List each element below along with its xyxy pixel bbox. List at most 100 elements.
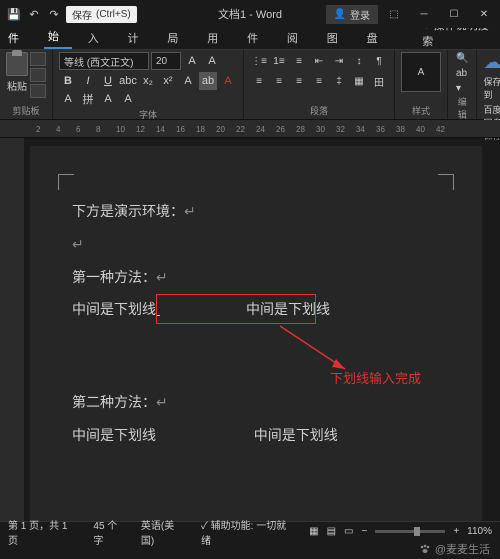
select-button[interactable]: ▾ <box>454 82 470 95</box>
format-painter-icon[interactable] <box>30 84 46 98</box>
word-count[interactable]: 45 个字 <box>93 517 127 547</box>
accessibility-status[interactable]: ✓ 辅助功能: 一切就绪 <box>201 517 295 547</box>
document-title: 文档1 - Word <box>218 6 282 22</box>
ribbon-options-icon[interactable]: ⬚ <box>380 3 408 25</box>
highlight-icon[interactable]: ab <box>199 72 217 90</box>
char-shading-icon[interactable]: A <box>119 90 137 108</box>
margin-corner-tl <box>58 174 74 190</box>
increase-indent-icon[interactable]: ⇥ <box>330 52 348 70</box>
paragraph-mark-icon: ↵ <box>72 238 84 254</box>
italic-button[interactable]: I <box>79 72 97 90</box>
char-border-icon[interactable]: A <box>99 90 117 108</box>
title-bar: 💾 ↶ ↷ 保存 (Ctrl+S) 文档1 - Word 👤 登录 ⬚ ─ ☐ … <box>0 0 500 28</box>
justify-icon[interactable]: ≡ <box>310 72 328 90</box>
view-read-icon[interactable]: ▤ <box>327 526 336 537</box>
paragraph-mark-icon: ↵ <box>156 271 168 287</box>
view-web-icon[interactable]: ▭ <box>344 526 353 537</box>
phonetic-icon[interactable]: 拼 <box>79 90 97 108</box>
bold-button[interactable]: B <box>59 72 77 90</box>
status-bar: 第 1 页，共 1 页 45 个字 英语(美国) ✓ 辅助功能: 一切就绪 ▦ … <box>0 521 500 541</box>
close-icon[interactable]: ✕ <box>470 3 498 25</box>
sort-icon[interactable]: ↕ <box>350 52 368 70</box>
zoom-out-icon[interactable]: − <box>361 526 367 537</box>
text-line: 下方是演示环境： <box>72 203 184 219</box>
paste-icon <box>6 52 28 76</box>
shrink-font-icon[interactable]: A <box>203 52 221 70</box>
subscript-icon[interactable]: x₂ <box>139 72 157 90</box>
save-shortcut: (Ctrl+S) <box>96 9 131 20</box>
grow-font-icon[interactable]: A <box>183 52 201 70</box>
login-button[interactable]: 👤 登录 <box>326 5 378 24</box>
align-center-icon[interactable]: ≡ <box>270 72 288 90</box>
text-effects-icon[interactable]: A <box>179 72 197 90</box>
text-segment: 中间是下划线 <box>72 427 156 443</box>
styles-gallery[interactable]: A <box>401 52 441 92</box>
page-indicator[interactable]: 第 1 页，共 1 页 <box>8 517 79 547</box>
group-editing: 🔍 ab ▾ 编辑 <box>448 50 477 119</box>
font-size-select[interactable]: 20 <box>151 52 181 70</box>
borders-icon[interactable]: 田 <box>370 72 388 90</box>
clipboard-label: 剪贴板 <box>6 104 46 119</box>
minimize-icon[interactable]: ─ <box>410 3 438 25</box>
superscript-icon[interactable]: x² <box>159 72 177 90</box>
page[interactable]: 下方是演示环境：↵ ↵ 第一种方法：↵ 中间是下划线 中间是下划线 第二种方法：… <box>30 146 482 538</box>
strikethrough-icon[interactable]: abc <box>119 72 137 90</box>
copy-icon[interactable] <box>30 68 46 82</box>
show-marks-icon[interactable]: ¶ <box>370 52 388 70</box>
save-icon[interactable]: 💾 <box>6 6 22 22</box>
undo-icon[interactable]: ↶ <box>26 6 42 22</box>
line-spacing-icon[interactable]: ‡ <box>330 72 348 90</box>
paragraph-mark-icon: ↵ <box>156 396 168 412</box>
zoom-slider[interactable] <box>375 530 445 533</box>
cut-icon[interactable] <box>30 52 46 66</box>
decrease-indent-icon[interactable]: ⇤ <box>310 52 328 70</box>
text-segment: 中间是下划线 <box>254 427 338 443</box>
ribbon: 粘贴 剪贴板 等线 (西文正文) 20 A A B I U abc x₂ x² … <box>0 50 500 120</box>
para-label: 段落 <box>250 104 388 119</box>
group-font: 等线 (西文正文) 20 A A B I U abc x₂ x² A ab A … <box>53 50 244 119</box>
text-line: 第一种方法： <box>72 269 156 285</box>
edit-label: 编辑 <box>454 95 470 123</box>
ruler-vertical[interactable] <box>0 138 24 538</box>
paste-button[interactable]: 粘贴 <box>6 52 28 98</box>
group-paragraph: ⋮≡ 1≡ ≡ ⇤ ⇥ ↕ ¶ ≡ ≡ ≡ ≡ ‡ ▦ 田 段落 <box>244 50 395 119</box>
zoom-level[interactable]: 110% <box>467 526 492 537</box>
paw-icon <box>419 543 431 555</box>
document-area: 下方是演示环境：↵ ↵ 第一种方法：↵ 中间是下划线 中间是下划线 第二种方法：… <box>0 138 500 538</box>
align-left-icon[interactable]: ≡ <box>250 72 268 90</box>
multilevel-icon[interactable]: ≡ <box>290 52 308 70</box>
bullets-icon[interactable]: ⋮≡ <box>250 52 268 70</box>
margin-corner-tr <box>438 174 454 190</box>
group-baidu: ☁ 保存到 百度网盘 保存 <box>477 50 500 119</box>
annotation-text: 下划线输入完成 <box>330 368 421 387</box>
group-clipboard: 粘贴 剪贴板 <box>0 50 53 119</box>
zoom-in-icon[interactable]: + <box>453 526 459 537</box>
numbering-icon[interactable]: 1≡ <box>270 52 288 70</box>
save-label: 保存 <box>72 7 92 22</box>
language-indicator[interactable]: 英语(美国) <box>141 517 187 547</box>
replace-button[interactable]: ab <box>454 67 470 80</box>
find-button[interactable]: 🔍 <box>454 52 470 65</box>
underline-button[interactable]: U <box>99 72 117 90</box>
text-line: 第二种方法： <box>72 394 156 410</box>
group-styles: A 样式 <box>395 50 448 119</box>
clear-format-icon[interactable]: A <box>59 90 77 108</box>
annotation-box <box>156 294 316 324</box>
watermark: @麦麦生活 <box>419 541 490 557</box>
cloud-icon: ☁ <box>483 52 500 73</box>
ruler-horizontal[interactable]: 24 68 1012 1416 1820 2224 2628 3032 3436… <box>0 120 500 138</box>
paragraph-mark-icon: ↵ <box>184 205 196 221</box>
styles-label: 样式 <box>401 104 441 119</box>
font-name-select[interactable]: 等线 (西文正文) <box>59 52 149 70</box>
shading-icon[interactable]: ▦ <box>350 72 368 90</box>
view-print-icon[interactable]: ▦ <box>309 526 318 537</box>
save-button[interactable]: 保存 (Ctrl+S) <box>66 6 137 23</box>
redo-icon[interactable]: ↷ <box>46 6 62 22</box>
user-icon: 👤 <box>334 9 346 20</box>
maximize-icon[interactable]: ☐ <box>440 3 468 25</box>
save-baidu-button[interactable]: ☁ 保存到 百度网盘 <box>483 52 500 129</box>
align-right-icon[interactable]: ≡ <box>290 72 308 90</box>
text-segment: 中间是下划线 <box>72 301 156 317</box>
ribbon-tabs: 文件 开始 插入 设计 布局 引用 邮件 审阅 视图 百度网盘 ♀ 操作说明搜索 <box>0 28 500 50</box>
font-color-icon[interactable]: A <box>219 72 237 90</box>
